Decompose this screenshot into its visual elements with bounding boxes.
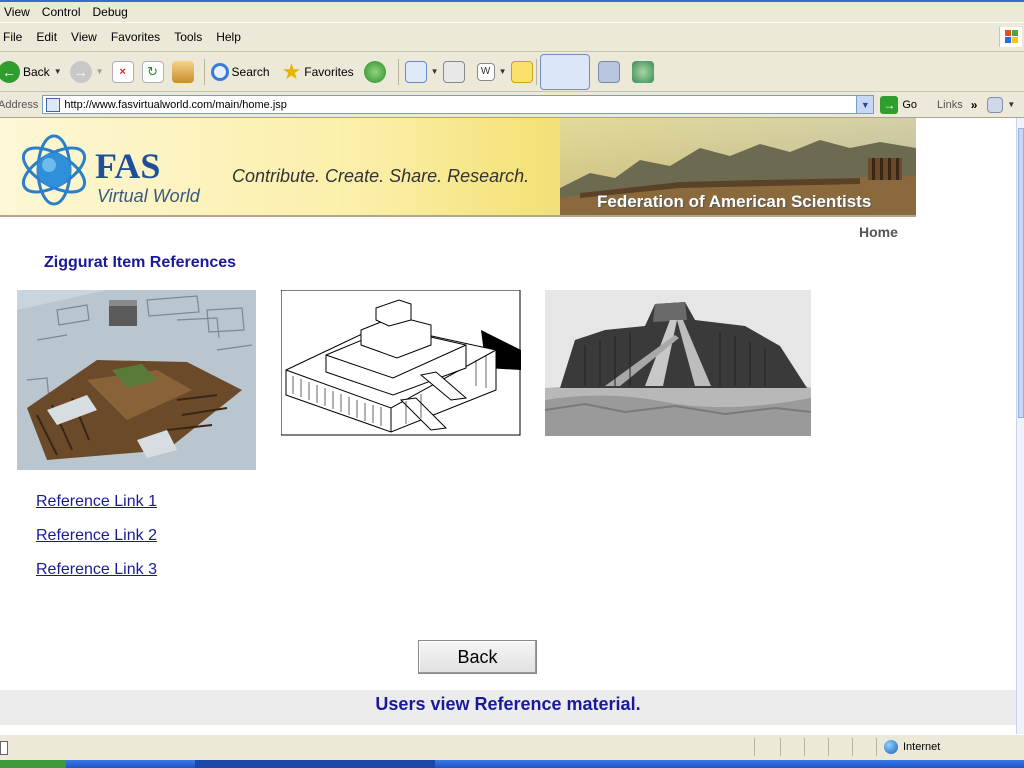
- chevron-right-icon[interactable]: »: [971, 98, 978, 112]
- search-icon: [210, 62, 229, 81]
- go-arrow-icon: →: [880, 95, 899, 114]
- address-url: http://www.fasvirtualworld.com/main/home…: [64, 98, 287, 111]
- history-icon[interactable]: [363, 60, 386, 83]
- menu-debug[interactable]: Debug: [86, 5, 133, 19]
- logo-subtitle: Virtual World: [97, 186, 200, 206]
- menu-file[interactable]: File: [0, 30, 29, 44]
- favorites-button[interactable]: ★ Favorites: [281, 58, 354, 84]
- address-dropdown-icon[interactable]: ▼: [856, 96, 874, 113]
- reference-link-1[interactable]: Reference Link 1: [36, 493, 157, 511]
- forward-dropdown-icon[interactable]: ▼: [96, 67, 104, 76]
- menu-favorites[interactable]: Favorites: [104, 30, 167, 44]
- forward-nav-button[interactable]: → ▼: [69, 60, 108, 83]
- taskbar: [0, 760, 1024, 768]
- globe-logo-icon: [21, 134, 87, 206]
- back-button[interactable]: Back: [418, 640, 537, 674]
- links-label[interactable]: Links: [937, 99, 963, 111]
- internet-globe-icon: [884, 740, 898, 754]
- scrollbar-thumb[interactable]: [1018, 128, 1024, 418]
- status-pane: [780, 738, 781, 756]
- menu-tools[interactable]: Tools: [167, 30, 209, 44]
- toolbar-separator: [397, 58, 399, 85]
- home-link[interactable]: Home: [859, 224, 898, 240]
- logo-title: FAS: [95, 146, 161, 186]
- menu-view[interactable]: View: [64, 30, 104, 44]
- users-icon[interactable]: [631, 60, 654, 83]
- browser-menubar: File Edit View Favorites Tools Help: [0, 22, 1024, 52]
- address-bar: Address http://www.fasvirtualworld.com/m…: [0, 92, 1024, 118]
- print-icon[interactable]: [442, 60, 465, 83]
- home-icon[interactable]: [171, 60, 194, 83]
- windows-logo-icon: [999, 27, 1022, 47]
- page-status-icon: [0, 740, 8, 755]
- app-menubar: View Control Debug: [0, 0, 1024, 22]
- toolbar-extension-icon[interactable]: [987, 96, 1004, 113]
- ziggurat-photograph-image[interactable]: [545, 290, 811, 436]
- research-icon[interactable]: [597, 60, 620, 83]
- edit-dropdown-icon[interactable]: ▼: [499, 67, 507, 76]
- mail-dropdown-icon[interactable]: ▼: [431, 67, 439, 76]
- messenger-icon[interactable]: [539, 53, 590, 90]
- menu-edit[interactable]: Edit: [29, 30, 64, 44]
- address-label: Address: [0, 98, 39, 111]
- status-pane: [876, 738, 877, 756]
- taskbar-window-button[interactable]: [195, 760, 435, 768]
- page-icon: [46, 97, 61, 112]
- page-content: FAS Virtual World Contribute. Create. Sh…: [0, 118, 1016, 734]
- edit-word-icon[interactable]: W: [476, 62, 495, 81]
- page-title: Ziggurat Item References: [44, 254, 237, 271]
- reference-link-3[interactable]: Reference Link 3: [36, 561, 157, 579]
- menu-view[interactable]: View: [0, 5, 36, 19]
- site-banner: FAS Virtual World Contribute. Create. Sh…: [0, 118, 916, 217]
- reference-link-2[interactable]: Reference Link 2: [36, 527, 157, 545]
- vertical-scrollbar[interactable]: [1016, 118, 1024, 734]
- menu-control[interactable]: Control: [36, 5, 87, 19]
- star-icon: ★: [281, 58, 302, 84]
- status-pane: [754, 738, 755, 756]
- security-zone: Internet: [884, 740, 940, 754]
- refresh-icon[interactable]: ↻: [141, 60, 164, 83]
- address-input[interactable]: http://www.fasvirtualworld.com/main/home…: [42, 95, 875, 114]
- toolbar-separator: [203, 58, 205, 85]
- extension-dropdown-icon[interactable]: ▼: [1007, 100, 1015, 109]
- start-button[interactable]: [0, 760, 66, 768]
- status-pane: [804, 738, 805, 756]
- toolbar-separator: [535, 58, 537, 85]
- search-button[interactable]: Search: [210, 62, 270, 81]
- slogan: Contribute. Create. Share. Research.: [232, 166, 530, 186]
- status-pane: [852, 738, 853, 756]
- menu-help[interactable]: Help: [209, 30, 248, 44]
- ziggurat-line-drawing-image[interactable]: [281, 290, 521, 436]
- browser-toolbar: ← Back ▼ → ▼ × ↻ Search ★ Favorites ▼ W …: [0, 52, 1024, 92]
- forward-arrow-icon: →: [69, 60, 92, 83]
- status-bar: Internet: [0, 734, 1024, 760]
- organization-name: Federation of American Scientists: [597, 192, 872, 211]
- discuss-note-icon[interactable]: [510, 60, 533, 83]
- stop-icon[interactable]: ×: [111, 60, 134, 83]
- go-button[interactable]: → Go: [880, 95, 917, 114]
- mail-icon[interactable]: [404, 60, 427, 83]
- back-arrow-icon: ←: [0, 60, 20, 83]
- caption-text: Users view Reference material.: [0, 690, 1016, 725]
- back-dropdown-icon[interactable]: ▼: [54, 67, 62, 76]
- status-pane: [828, 738, 829, 756]
- back-nav-button[interactable]: ← Back ▼: [0, 60, 66, 83]
- ziggurat-3d-model-image[interactable]: [17, 290, 256, 470]
